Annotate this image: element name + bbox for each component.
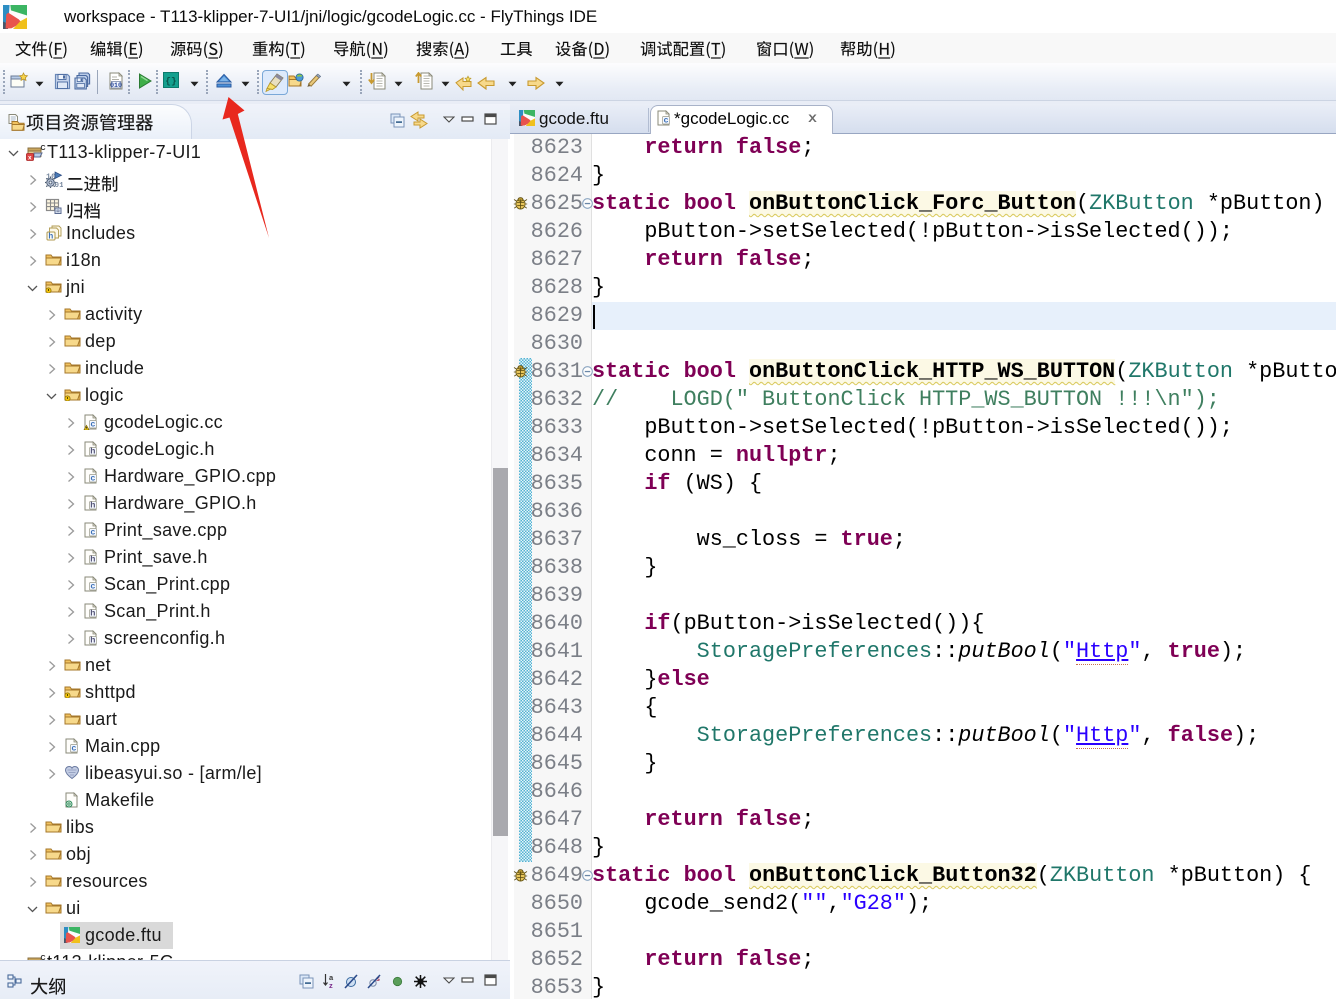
svg-text:h: h [90, 500, 96, 510]
svg-text:h: h [90, 608, 96, 618]
svg-text:z: z [329, 981, 333, 989]
svg-text:h: h [48, 232, 53, 241]
svg-text:h: h [90, 635, 96, 645]
svg-text:01: 01 [55, 182, 64, 188]
svg-text:h: h [90, 446, 96, 456]
svg-text:{}: {} [165, 76, 176, 87]
svg-text:c: c [71, 743, 76, 753]
svg-text:h: h [90, 554, 96, 564]
svg-text:c: c [90, 527, 95, 537]
svg-text:010: 010 [110, 82, 122, 89]
svg-text:c: c [664, 115, 669, 125]
svg-text:c: c [90, 473, 95, 483]
svg-text:c: c [90, 419, 95, 429]
svg-text:C: C [41, 145, 46, 152]
svg-text:x: x [28, 154, 32, 161]
svg-text:c: c [90, 581, 95, 591]
